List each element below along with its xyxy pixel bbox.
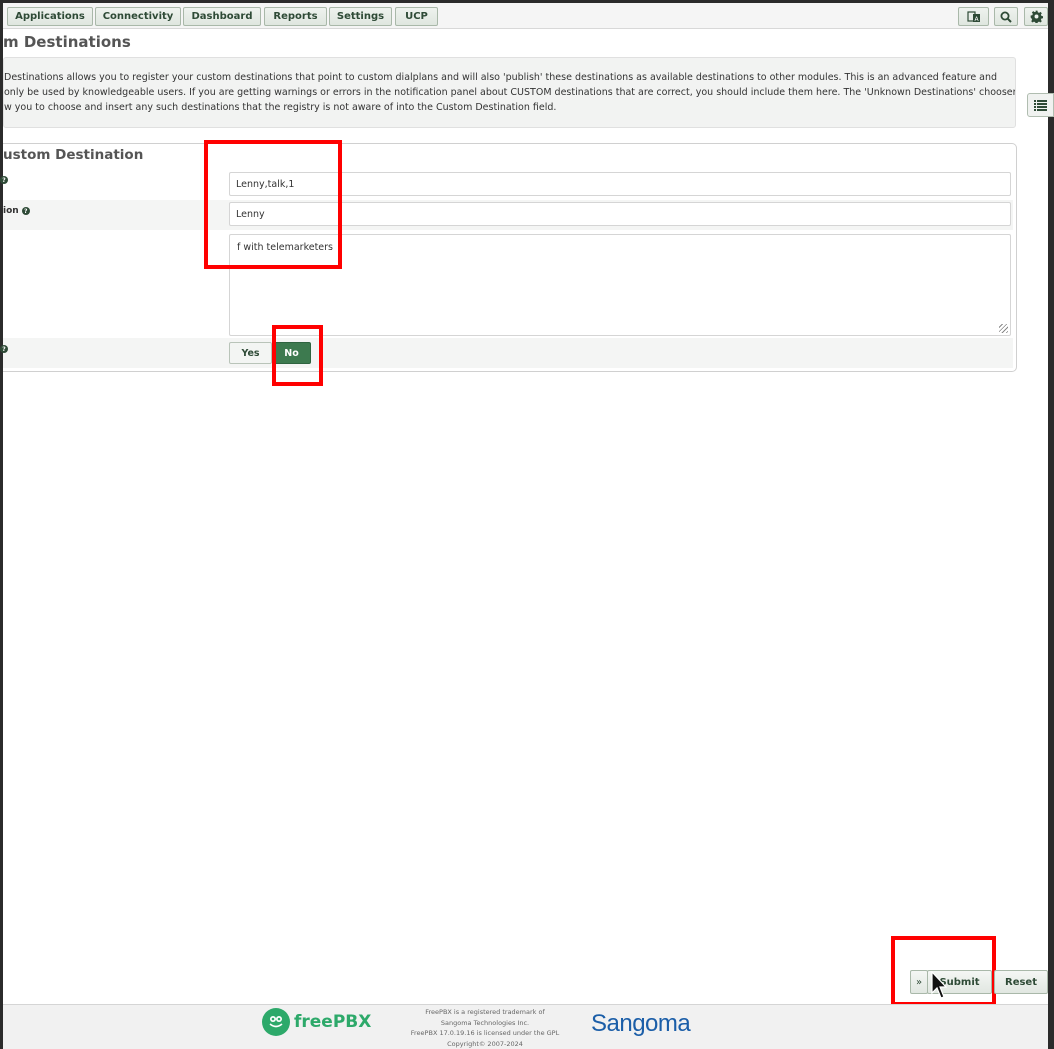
nav-reports[interactable]: Reports xyxy=(264,7,327,26)
help-icon[interactable]: ? xyxy=(0,345,8,353)
top-navbar: Applications Connectivity Dashboard Repo… xyxy=(3,3,1048,29)
search-icon[interactable] xyxy=(994,7,1018,26)
freepbx-logo: freePBX xyxy=(262,1008,371,1036)
footer-legal: FreePBX is a registered trademark of San… xyxy=(405,1007,565,1049)
help-icon[interactable]: ? xyxy=(21,207,30,215)
window-frame-right xyxy=(1048,0,1054,1049)
nav-dashboard[interactable]: Dashboard xyxy=(183,7,261,26)
description-label-text: ion xyxy=(3,206,19,216)
list-toggle-icon[interactable] xyxy=(1027,93,1054,117)
page-title: m Destinations xyxy=(3,33,131,51)
legal-line-4: Copyright© 2007-2024 xyxy=(447,1039,523,1048)
sangoma-logo: Sangoma xyxy=(591,1010,691,1037)
legal-line-3: FreePBX 17.0.19.16 is licensed under the… xyxy=(410,1029,560,1037)
gear-icon[interactable] xyxy=(1024,7,1048,26)
help-icon[interactable]: ? xyxy=(0,176,8,184)
language-icon[interactable]: A xyxy=(958,7,989,26)
return-yes-button[interactable]: Yes xyxy=(229,342,272,364)
description-line-3: w you to choose and insert any such dest… xyxy=(4,102,557,113)
legal-line-2: Sangoma Technologies Inc. xyxy=(440,1018,530,1027)
freepbx-logo-text: freePBX xyxy=(294,1012,372,1032)
module-description: Destinations allows you to register your… xyxy=(3,57,1016,128)
nav-applications[interactable]: Applications xyxy=(7,7,93,26)
legal-line-1: FreePBX is a registered trademark of xyxy=(425,1008,545,1016)
notes-textarea[interactable]: f with telemarketers xyxy=(229,234,1011,336)
reset-button[interactable]: Reset xyxy=(994,970,1048,994)
resize-handle-icon[interactable] xyxy=(999,324,1008,333)
nav-ucp[interactable]: UCP xyxy=(395,7,438,26)
return-no-button[interactable]: No xyxy=(272,342,311,364)
description-line-1: Destinations allows you to register your… xyxy=(4,72,998,83)
notes-text: f with telemarketers xyxy=(237,242,334,253)
target-label: ? xyxy=(0,176,8,184)
mouse-cursor-icon xyxy=(931,971,947,999)
description-line-2: only be used by knowledgeable users. If … xyxy=(4,87,1016,98)
action-bar-toggle[interactable]: » xyxy=(910,970,928,994)
form-section-title: ustom Destination xyxy=(3,147,144,163)
nav-connectivity[interactable]: Connectivity xyxy=(95,7,181,26)
return-row xyxy=(3,338,1013,368)
target-input[interactable] xyxy=(229,172,1011,196)
description-input[interactable] xyxy=(229,202,1011,226)
nav-settings[interactable]: Settings xyxy=(329,7,392,26)
description-label: ion ? xyxy=(3,206,30,216)
return-label: ? xyxy=(0,345,8,353)
freepbx-frog-icon xyxy=(262,1008,290,1036)
